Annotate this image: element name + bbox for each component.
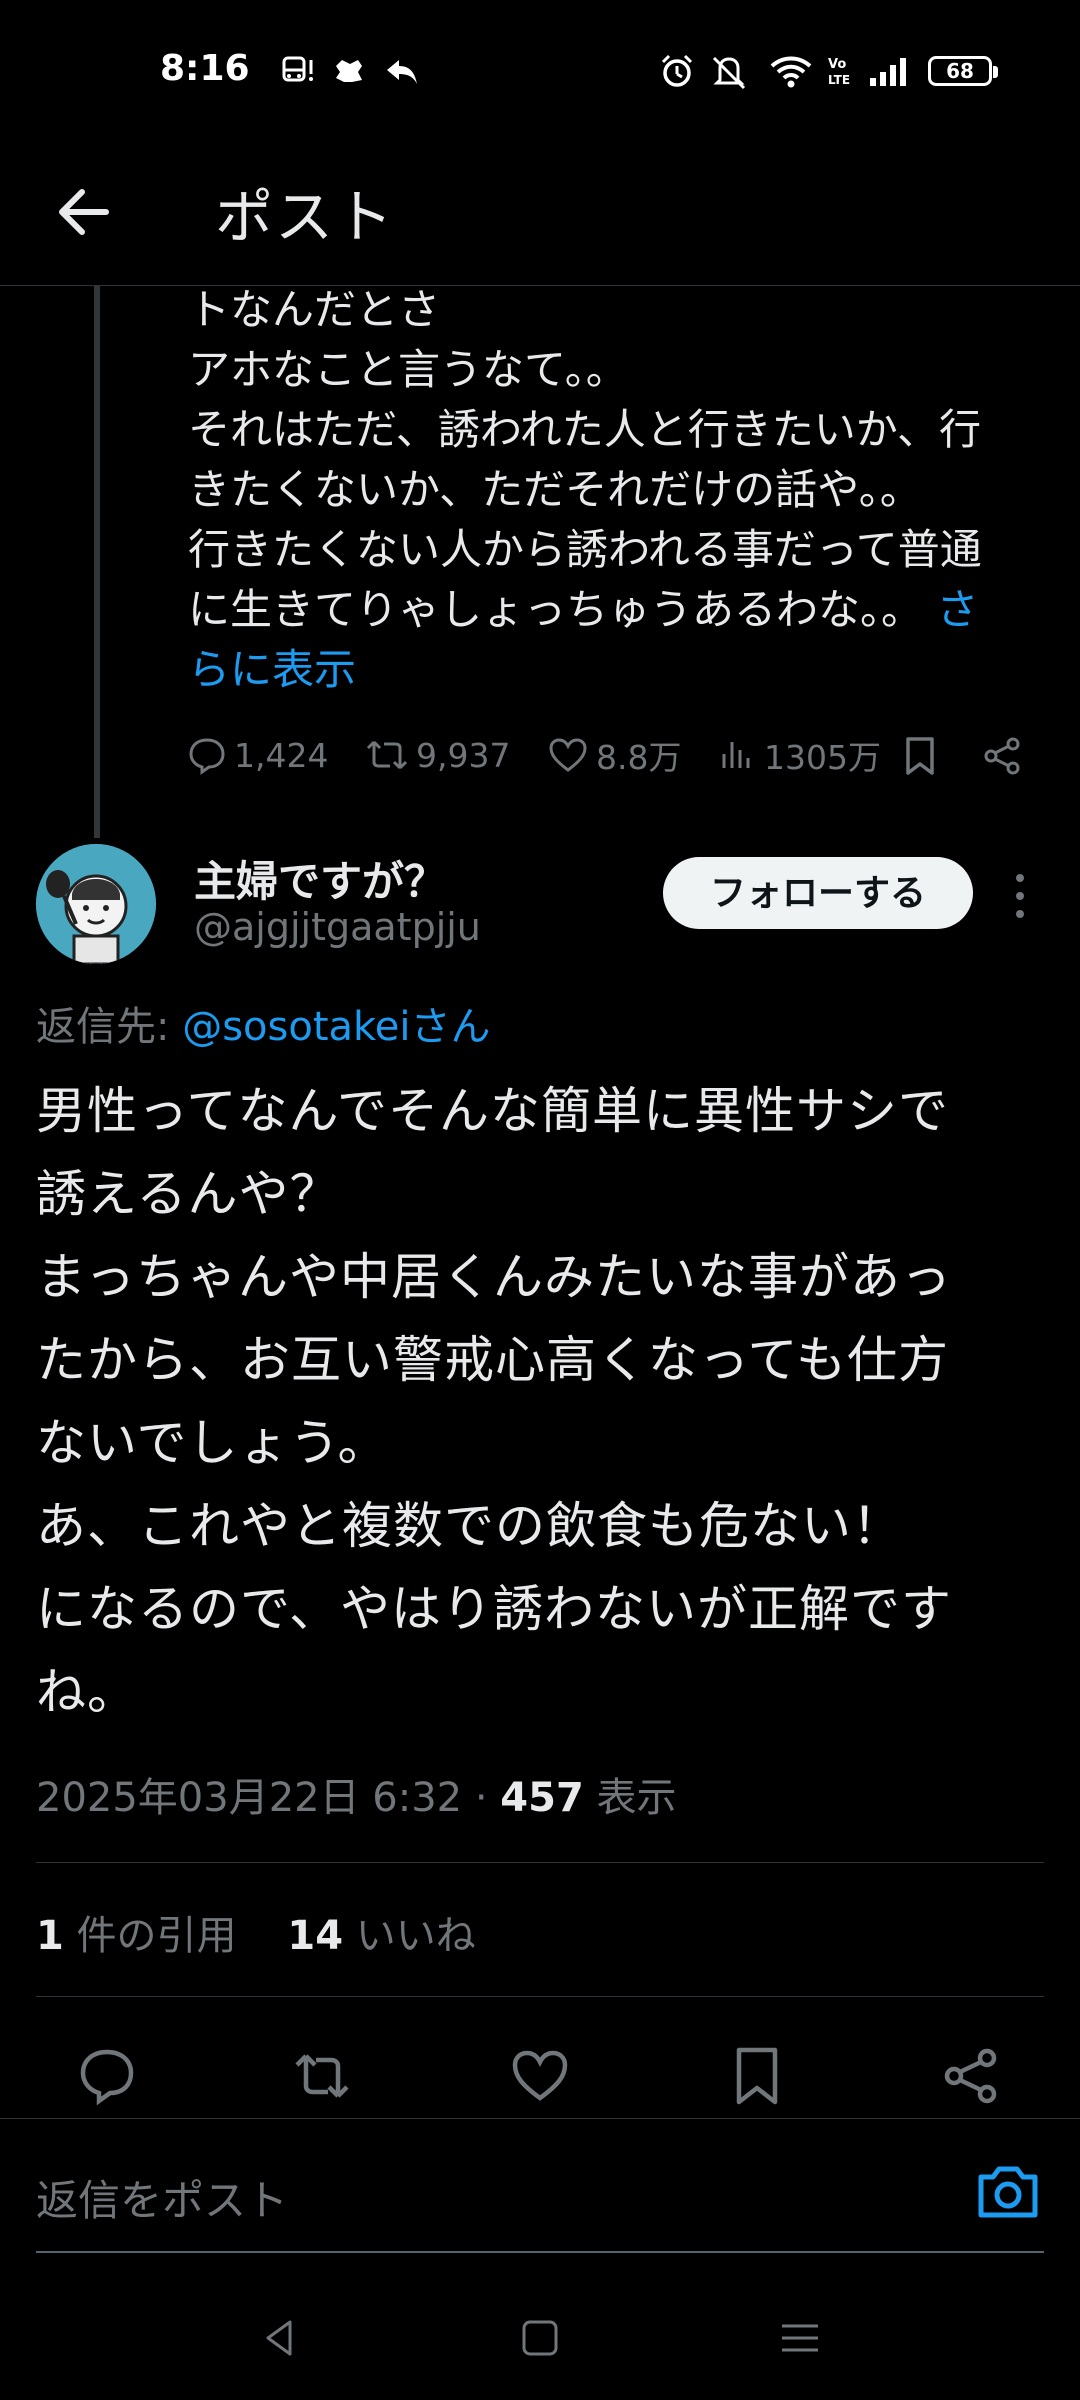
status-time: 8:16 bbox=[160, 48, 250, 89]
views-icon bbox=[722, 742, 750, 768]
previous-post-actions: 1,424 9,937 8.8万 1305万 bbox=[186, 725, 1036, 785]
bookmark-icon[interactable] bbox=[902, 735, 938, 777]
reply-compose-bar[interactable]: 返信をポスト bbox=[0, 2118, 1080, 2256]
post-body-line: ないでしょう。 bbox=[36, 1414, 389, 1472]
share-icon[interactable] bbox=[940, 2044, 1004, 2108]
notification-icon bbox=[336, 60, 362, 82]
share-icon[interactable] bbox=[982, 735, 1024, 777]
avatar-illustration bbox=[36, 844, 156, 964]
show-more-link-continued[interactable]: らに表示 bbox=[188, 645, 356, 694]
reply-to-mention[interactable]: @sosotakeiさん bbox=[182, 1004, 490, 1050]
post-stats: 1 件の引用 14 いいね bbox=[36, 1903, 476, 1961]
reply-icon bbox=[189, 738, 225, 775]
heart-icon[interactable] bbox=[508, 2044, 572, 2108]
likes-stat[interactable]: 14 いいね bbox=[287, 1913, 475, 1959]
repost-icon[interactable] bbox=[290, 2044, 354, 2108]
thread-connector bbox=[94, 286, 100, 838]
views-count: 1305万 bbox=[764, 738, 881, 777]
status-bar: 8:16 Vo LTE 68 bbox=[0, 0, 1080, 140]
avatar[interactable] bbox=[36, 844, 156, 964]
nav-home-icon[interactable] bbox=[516, 2314, 564, 2362]
post-meta: 2025年03月22日 6:32 · 457 表示 bbox=[36, 1765, 677, 1823]
system-nav-bar bbox=[0, 2270, 1080, 2400]
likes-label: いいね bbox=[343, 1913, 476, 1959]
author-display-name[interactable]: 主婦ですが？ bbox=[194, 848, 446, 909]
reply-icon[interactable] bbox=[75, 2044, 139, 2108]
post-body-line: あ、これやと複数での飲食も危ない！ bbox=[36, 1497, 903, 1555]
views-count-button[interactable]: 1305万 bbox=[718, 725, 881, 785]
reply-count: 1,424 bbox=[234, 735, 329, 775]
divider bbox=[36, 1996, 1044, 1997]
post-body-line: まっちゃんや中居くんみたいな事があっ bbox=[36, 1248, 952, 1306]
reply-input-placeholder[interactable]: 返信をポスト bbox=[36, 2167, 288, 2228]
repost-icon bbox=[366, 740, 408, 770]
previous-post-line: それはただ、誘われた人と行きたいか、行 bbox=[188, 405, 981, 454]
likes-count: 14 bbox=[287, 1913, 344, 1959]
nav-back-icon[interactable] bbox=[256, 2314, 304, 2362]
post-timestamp[interactable]: 2025年03月22日 6:32 bbox=[36, 1775, 462, 1821]
meta-separator: · bbox=[462, 1775, 501, 1821]
previous-post-line: 行きたくない人から誘われる事だって普通 bbox=[188, 525, 982, 574]
battery-indicator: 68 bbox=[928, 56, 998, 86]
previous-post-line: トなんだとさ bbox=[188, 285, 441, 334]
post-body-line: 男性ってなんでそんな簡単に異性サシで bbox=[36, 1082, 949, 1140]
volte-icon: Vo LTE bbox=[828, 57, 850, 87]
like-count: 8.8万 bbox=[596, 738, 682, 777]
divider bbox=[36, 1862, 1044, 1863]
reply-count-button[interactable]: 1,424 bbox=[186, 725, 328, 785]
views-label: 表示 bbox=[583, 1775, 677, 1821]
svg-text:LTE: LTE bbox=[828, 73, 850, 87]
previous-post-line: きたくないか、ただそれだけの話や。。 bbox=[188, 465, 922, 514]
back-arrow-icon[interactable] bbox=[52, 180, 116, 244]
reply-arrow-icon bbox=[387, 60, 417, 84]
camera-icon[interactable] bbox=[975, 2161, 1041, 2221]
alarm-icon bbox=[661, 54, 693, 87]
mute-icon bbox=[712, 56, 746, 90]
post-body-line: になるので、やはり誘わないが正解です bbox=[36, 1580, 952, 1638]
post-body-line: ね。 bbox=[36, 1663, 138, 1721]
quotes-count: 1 bbox=[36, 1913, 64, 1959]
header: ポスト bbox=[0, 140, 1080, 286]
nav-menu-icon[interactable] bbox=[776, 2314, 824, 2362]
post-body-line: たから、お互い警戒心高くなっても仕方 bbox=[36, 1331, 949, 1389]
compose-underline bbox=[36, 2251, 1044, 2253]
reply-to-line: 返信先: @sosotakeiさん bbox=[36, 994, 490, 1052]
bus-icon bbox=[282, 56, 313, 82]
bookmark-icon[interactable] bbox=[725, 2044, 789, 2108]
wifi-icon bbox=[770, 56, 812, 88]
previous-post-text[interactable]: トなんだとさ アホなこと言うなて。。 それはただ、誘われた人と行きたいか、行 き… bbox=[188, 280, 1048, 700]
post-body: 男性ってなんでそんな簡単に異性サシで 誘えるんや？ まっちゃんや中居くんみたいな… bbox=[36, 1070, 1046, 1734]
reply-to-prefix: 返信先: bbox=[36, 1004, 183, 1050]
previous-post-line: に生きてりゃしょっちゅうあるわな。。 bbox=[188, 585, 924, 634]
like-count-button[interactable]: 8.8万 bbox=[546, 725, 681, 785]
author-handle[interactable]: @ajgjjtgaatpjju bbox=[194, 905, 481, 949]
previous-post-line: アホなこと言うなて。。 bbox=[188, 345, 628, 394]
show-more-link[interactable]: さ bbox=[936, 585, 978, 634]
signal-icon bbox=[870, 58, 906, 86]
svg-text:Vo: Vo bbox=[828, 57, 846, 72]
quotes-stat[interactable]: 1 件の引用 bbox=[36, 1913, 237, 1959]
post-body-line: 誘えるんや？ bbox=[36, 1165, 341, 1223]
quotes-label: 件の引用 bbox=[63, 1913, 237, 1959]
more-options-icon[interactable] bbox=[1000, 866, 1040, 926]
repost-count-button[interactable]: 9,937 bbox=[364, 725, 510, 785]
post-action-bar bbox=[0, 2030, 1080, 2130]
views-count-total: 457 bbox=[500, 1775, 584, 1821]
follow-button[interactable]: フォローする bbox=[663, 857, 973, 929]
page-title: ポスト bbox=[215, 183, 396, 251]
heart-icon bbox=[549, 738, 587, 772]
repost-count: 9,937 bbox=[416, 735, 511, 775]
